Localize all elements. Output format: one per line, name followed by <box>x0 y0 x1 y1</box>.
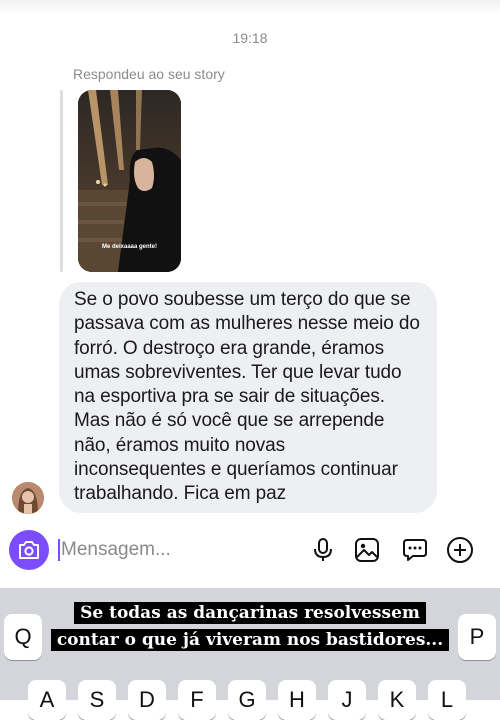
key-q[interactable]: Q <box>4 614 42 660</box>
image-icon <box>355 538 379 562</box>
microphone-icon <box>314 538 332 561</box>
top-strip <box>0 0 500 14</box>
camera-icon <box>19 541 39 559</box>
message-text: Se o povo soubesse um terço do que se pa… <box>74 289 420 505</box>
key-f[interactable]: F <box>178 680 216 720</box>
microphone-button[interactable] <box>309 536 337 564</box>
story-overlay-text: Me deixaaaa gente! <box>101 244 158 250</box>
key-l[interactable]: L <box>428 680 466 720</box>
chat-sticker-icon <box>403 539 427 561</box>
caption-line-1: Se todas as dançarinas resolvessem <box>74 602 426 624</box>
message-bubble[interactable]: Se o povo soubesse um terço do que se pa… <box>59 282 437 513</box>
key-d[interactable]: D <box>128 680 166 720</box>
story-reply-label: Respondeu ao seu story <box>73 66 225 82</box>
message-composer <box>0 523 500 579</box>
gallery-button[interactable] <box>353 536 381 564</box>
camera-button[interactable] <box>9 530 49 570</box>
key-p[interactable]: P <box>458 614 496 660</box>
message-timestamp: 19:18 <box>232 30 268 46</box>
avatar[interactable] <box>12 482 44 514</box>
video-caption-overlay: Se todas as dançarinas resolvessem conta… <box>50 600 450 654</box>
key-h[interactable]: H <box>278 680 316 720</box>
key-a[interactable]: A <box>28 680 66 720</box>
message-input[interactable] <box>61 537 291 563</box>
sticker-button[interactable] <box>401 536 429 564</box>
plus-circle-icon <box>447 537 473 563</box>
key-g[interactable]: G <box>228 680 266 720</box>
avatar-photo <box>12 482 44 514</box>
key-j[interactable]: J <box>328 680 366 720</box>
story-thumbnail[interactable]: Me deixaaaa gente! <box>78 90 181 272</box>
story-reply-bar <box>60 90 63 272</box>
add-button[interactable] <box>446 536 474 564</box>
key-k[interactable]: K <box>378 680 416 720</box>
caption-line-2: contar o que já viveram nos bastidores..… <box>50 629 450 651</box>
key-s[interactable]: S <box>78 680 116 720</box>
text-caret <box>58 539 60 561</box>
